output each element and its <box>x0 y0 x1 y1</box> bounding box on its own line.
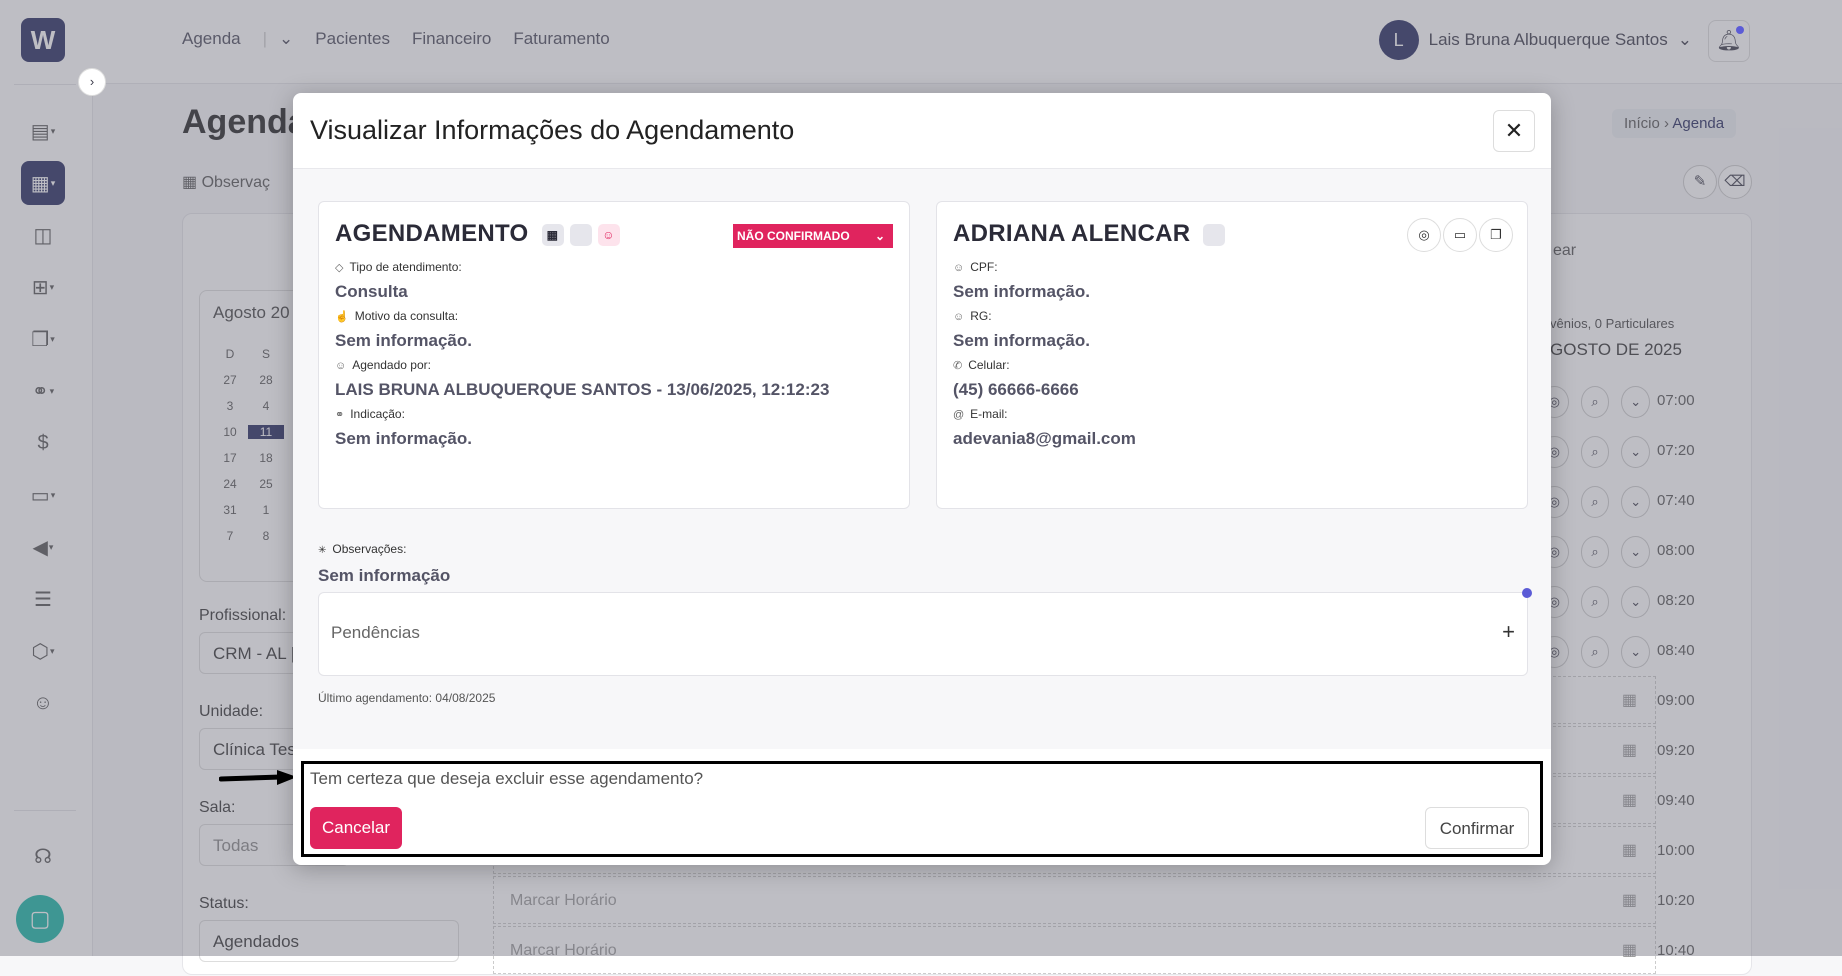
handshake-icon: ⚭ <box>335 409 345 421</box>
status-label: NÃO CONFIRMADO <box>737 229 850 243</box>
agendado-label: ☺ Agendado por: <box>335 358 431 372</box>
rg-label: ☺ RG: <box>953 309 992 323</box>
hand-icon: ☝ <box>335 311 349 323</box>
annotation-arrow-icon <box>219 770 297 785</box>
calendar-check-icon[interactable]: ▦ <box>541 223 564 246</box>
blank-tag-icon <box>569 223 592 246</box>
celular-value: (45) 66666-6666 <box>953 380 1079 399</box>
indicacao-label-text: Indicação: <box>350 407 405 421</box>
whatsapp-icon[interactable]: ◎ <box>1407 218 1441 252</box>
modal-title: Visualizar Informações do Agendamento <box>310 115 795 145</box>
user-tag-icon[interactable]: ☺ <box>597 223 620 246</box>
modal-body: AGENDAMENTO ▦ ☺ NÃO CONFIRMADO ⌄ ◇ Tipo de… <box>293 169 1551 749</box>
status-dropdown[interactable]: NÃO CONFIRMADO ⌄ <box>733 224 893 248</box>
appointment-heading: AGENDAMENTO ▦ ☺ <box>335 220 620 248</box>
motivo-value: Sem informação. <box>335 331 472 350</box>
email-label: @ E-mail: <box>953 407 1008 421</box>
agendado-value: LAIS BRUNA ALBUQUERQUE SANTOS - 13/06/20… <box>335 380 830 399</box>
appointment-heading-text: AGENDAMENTO <box>335 220 529 247</box>
observacoes-label-text: Observações: <box>332 542 407 556</box>
agendado-label-text: Agendado por: <box>352 358 431 372</box>
chevron-down-icon: ⌄ <box>874 229 885 243</box>
blank-tag-icon <box>1203 223 1226 246</box>
email-value: adevania8@gmail.com <box>953 429 1136 448</box>
cpf-value: Sem informação. <box>953 282 1090 301</box>
celular-label: ✆ Celular: <box>953 358 1010 372</box>
user-icon: ☺ <box>953 262 965 274</box>
pendencias-indicator-dot <box>1522 588 1532 598</box>
modal-header: Visualizar Informações do Agendamento ✕ <box>293 93 1551 169</box>
cpf-label-text: CPF: <box>970 260 998 274</box>
rg-value: Sem informação. <box>953 331 1090 350</box>
at-icon: @ <box>953 409 965 421</box>
confirm-button[interactable]: Confirmar <box>1425 807 1529 849</box>
plus-icon[interactable]: + <box>1502 619 1515 645</box>
copy-icon[interactable]: ❐ <box>1479 218 1513 252</box>
email-label-text: E-mail: <box>970 407 1008 421</box>
monitor-icon[interactable]: ▭ <box>1443 218 1477 252</box>
close-icon[interactable]: ✕ <box>1493 110 1535 152</box>
cpf-label: ☺ CPF: <box>953 260 998 274</box>
appointment-modal: Visualizar Informações do Agendamento ✕ … <box>293 93 1551 865</box>
delete-confirmation-question: Tem certeza que deseja excluir esse agen… <box>310 769 704 788</box>
tipo-label-text: Tipo de atendimento: <box>349 260 462 274</box>
phone-icon: ✆ <box>953 360 963 372</box>
indicacao-value: Sem informação. <box>335 429 472 448</box>
rg-label-text: RG: <box>970 309 992 323</box>
patient-name: ADRIANA ALENCAR <box>953 220 1191 247</box>
indicacao-label: ⚭ Indicação: <box>335 407 405 421</box>
sidebar-toggle-chevron-icon[interactable]: › <box>78 68 106 96</box>
cancel-button[interactable]: Cancelar <box>310 807 402 849</box>
patient-heading: ADRIANA ALENCAR <box>953 220 1226 248</box>
tag-icon: ◇ <box>335 262 344 274</box>
pendencias-accordion[interactable]: Pendências + <box>318 588 1532 676</box>
user-icon: ☺ <box>953 311 965 323</box>
observacoes-label: ✳ Observações: <box>318 542 406 556</box>
tipo-label: ◇ Tipo de atendimento: <box>335 260 462 274</box>
patient-card: ADRIANA ALENCAR ◎ ▭ ❐ ☺ CPF: Sem informaç… <box>936 201 1528 509</box>
notification-dot <box>1736 26 1744 34</box>
appointment-card: AGENDAMENTO ▦ ☺ NÃO CONFIRMADO ⌄ ◇ Tipo de… <box>318 201 910 509</box>
motivo-label-text: Motivo da consulta: <box>354 309 459 323</box>
motivo-label: ☝ Motivo da consulta: <box>335 309 458 323</box>
user-icon: ☺ <box>335 360 347 372</box>
last-appointment: Último agendamento: 04/08/2025 <box>318 691 496 705</box>
pendencias-label: Pendências <box>331 623 420 642</box>
celular-label-text: Celular: <box>968 358 1010 372</box>
observacoes-value: Sem informação <box>318 566 451 585</box>
asterisk-icon: ✳ <box>318 545 327 556</box>
tipo-value: Consulta <box>335 282 408 301</box>
